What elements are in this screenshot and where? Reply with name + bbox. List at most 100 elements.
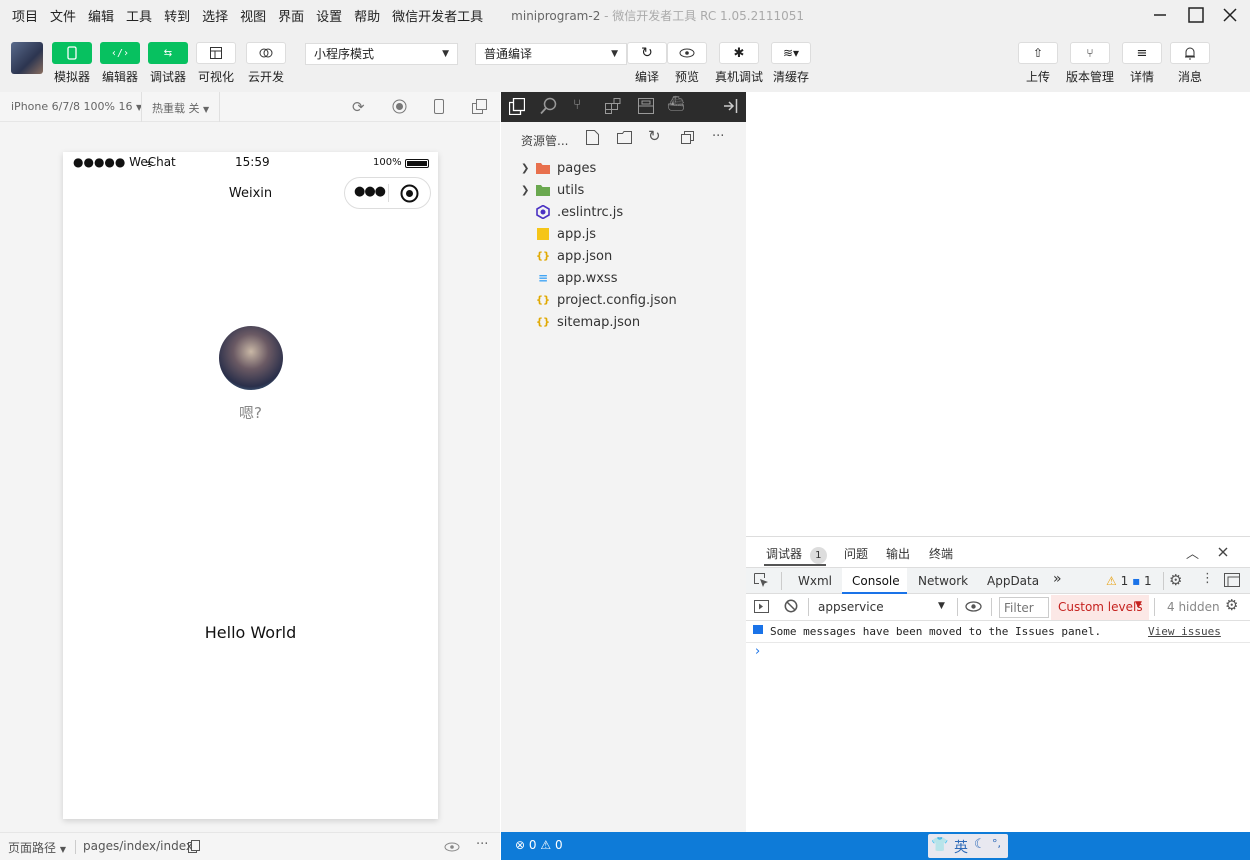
- real-device-debug-button[interactable]: ✱ 真机调试: [715, 42, 763, 85]
- punctuation-icon[interactable]: °,: [992, 837, 1001, 850]
- collapse-all-icon[interactable]: [681, 131, 694, 148]
- panel-tab-appdata[interactable]: AppData: [987, 574, 1039, 588]
- tree-item-app-js[interactable]: app.js: [501, 223, 746, 245]
- compile-button[interactable]: ↻ 编译: [627, 42, 667, 85]
- editor-button[interactable]: ‹/› 编辑器: [100, 42, 140, 85]
- menu-project[interactable]: 项目: [0, 6, 44, 25]
- extensions-icon[interactable]: [605, 98, 621, 118]
- inspect-element-icon[interactable]: [754, 573, 769, 591]
- menu-interface[interactable]: 界面: [272, 6, 310, 25]
- popout-icon[interactable]: [472, 99, 487, 117]
- settings-gear-icon[interactable]: ⚙: [1169, 571, 1182, 589]
- eye-icon[interactable]: [444, 841, 460, 855]
- menu-goto[interactable]: 转到: [158, 6, 196, 25]
- warning-count: 0: [554, 838, 563, 852]
- context-select[interactable]: appservice ▼: [812, 596, 950, 618]
- folder-icon: [536, 161, 550, 175]
- device-select[interactable]: iPhone 6/7/8 100% 16 ▼: [11, 100, 142, 113]
- tab-terminal[interactable]: 终端: [929, 545, 953, 562]
- new-file-icon[interactable]: [586, 130, 599, 149]
- explorer-icon[interactable]: [508, 97, 526, 119]
- skin-icon[interactable]: 👕: [931, 837, 948, 853]
- problems-indicator[interactable]: ⊗ 0 ⚠ 0: [515, 838, 563, 852]
- tree-item-project-config[interactable]: {} project.config.json: [501, 289, 746, 311]
- issue-counters[interactable]: ⚠ 1 ▪ 1: [1106, 574, 1152, 588]
- tree-item-app-wxss[interactable]: ≡ app.wxss: [501, 267, 746, 289]
- debugger-button[interactable]: ⇆ 调试器: [148, 42, 188, 85]
- log-levels-select[interactable]: Custom levels ▼: [1051, 595, 1149, 620]
- tab-output[interactable]: 输出: [886, 545, 910, 562]
- explorer-title: 资源管...: [521, 134, 569, 148]
- menu-view[interactable]: 视图: [234, 6, 272, 25]
- preview-button[interactable]: 预览: [667, 42, 707, 85]
- warning-icon: ⚠: [540, 838, 552, 852]
- panel-tab-wxml[interactable]: Wxml: [798, 574, 832, 588]
- cloud-button[interactable]: 云开发: [246, 42, 286, 85]
- tree-item-app-json[interactable]: {} app.json: [501, 245, 746, 267]
- close-window-button[interactable]: [1218, 4, 1242, 26]
- caret-down-icon: ▼: [442, 49, 449, 59]
- console-prompt-row[interactable]: ›: [746, 643, 1250, 663]
- more-dots-icon[interactable]: ●●●: [354, 184, 386, 199]
- live-expression-eye-icon[interactable]: [965, 601, 982, 615]
- device-select-value: iPhone 6/7/8 100% 16: [11, 100, 133, 113]
- storage-icon[interactable]: [638, 98, 654, 118]
- clear-console-icon[interactable]: [784, 599, 798, 616]
- more-actions-icon[interactable]: ···: [712, 129, 724, 144]
- close-capsule-icon[interactable]: [400, 184, 419, 207]
- more-panels-icon[interactable]: »: [1053, 571, 1062, 587]
- menu-tools[interactable]: 工具: [120, 6, 158, 25]
- menu-wechat-devtools[interactable]: 微信开发者工具: [386, 6, 489, 25]
- tab-debugger[interactable]: 调试器 1: [766, 545, 827, 564]
- sidebar-toggle-icon[interactable]: [754, 600, 769, 616]
- moon-icon[interactable]: ☾: [974, 837, 986, 852]
- messages-button[interactable]: 消息: [1170, 42, 1210, 85]
- menu-select[interactable]: 选择: [196, 6, 234, 25]
- chevron-up-icon[interactable]: ︿: [1186, 543, 1199, 562]
- close-icon[interactable]: [1218, 546, 1228, 560]
- tree-item-sitemap[interactable]: {} sitemap.json: [501, 311, 746, 333]
- new-folder-icon[interactable]: [617, 131, 632, 148]
- page-path-select[interactable]: 页面路径 ▼: [8, 839, 66, 856]
- visual-button[interactable]: 可视化: [196, 42, 236, 85]
- docker-icon[interactable]: ⛴: [667, 96, 685, 112]
- version-management-button[interactable]: ⑂ 版本管理: [1066, 42, 1114, 85]
- tab-issues[interactable]: 问题: [844, 545, 868, 562]
- kebab-menu-icon[interactable]: ⋮: [1201, 571, 1214, 586]
- tree-item-pages[interactable]: ❯ pages: [501, 157, 746, 179]
- console-filter-input[interactable]: [999, 597, 1049, 618]
- phone-icon[interactable]: [434, 99, 444, 117]
- hot-reload-toggle[interactable]: 热重载 关 ▼: [152, 100, 209, 116]
- menu-file[interactable]: 文件: [44, 6, 82, 25]
- maximize-button[interactable]: [1184, 4, 1208, 26]
- menu-edit[interactable]: 编辑: [82, 6, 120, 25]
- view-issues-link[interactable]: View issues: [1148, 625, 1221, 638]
- user-avatar[interactable]: [11, 42, 43, 74]
- source-control-icon[interactable]: ⑂: [573, 97, 581, 113]
- menu-settings[interactable]: 设置: [310, 6, 348, 25]
- record-icon[interactable]: [392, 99, 407, 117]
- details-button[interactable]: ≡ 详情: [1122, 42, 1162, 85]
- dock-icon[interactable]: [1224, 573, 1240, 590]
- minimize-button[interactable]: [1148, 4, 1172, 26]
- mode-select[interactable]: 小程序模式 ▼: [305, 43, 458, 65]
- compile-mode-select[interactable]: 普通编译 ▼: [475, 43, 627, 65]
- upload-label: 上传: [1025, 70, 1050, 84]
- console-settings-gear-icon[interactable]: ⚙: [1225, 596, 1238, 614]
- simulator-button[interactable]: 模拟器: [52, 42, 92, 85]
- ime-language[interactable]: 英: [954, 837, 968, 857]
- tree-item-eslintrc[interactable]: .eslintrc.js: [501, 201, 746, 223]
- clear-cache-label: 清缓存: [772, 70, 809, 84]
- menu-help[interactable]: 帮助: [348, 6, 386, 25]
- upload-button[interactable]: ⇧ 上传: [1018, 42, 1058, 85]
- clear-cache-button[interactable]: ≋▾ 清缓存: [771, 42, 811, 85]
- panel-tab-network[interactable]: Network: [918, 574, 968, 588]
- collapse-panel-icon[interactable]: [723, 98, 738, 118]
- rotate-icon[interactable]: ⟳: [352, 98, 365, 116]
- search-icon[interactable]: [540, 97, 557, 119]
- panel-tab-console[interactable]: Console: [852, 574, 900, 588]
- tree-item-utils[interactable]: ❯ utils: [501, 179, 746, 201]
- copy-icon[interactable]: [188, 840, 200, 856]
- more-icon[interactable]: ···: [476, 837, 488, 852]
- refresh-explorer-icon[interactable]: ↻: [648, 127, 661, 145]
